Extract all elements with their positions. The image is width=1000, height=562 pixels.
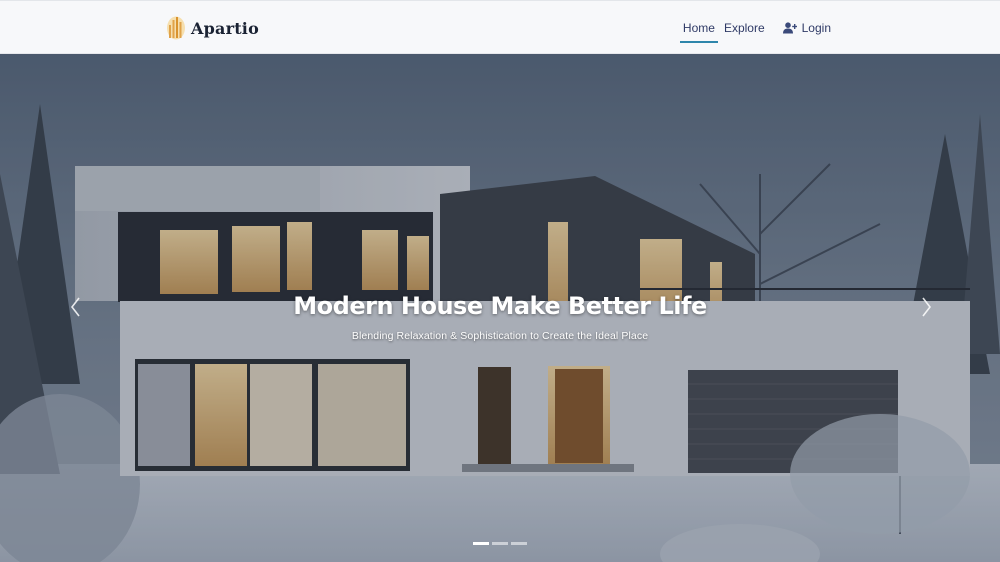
carousel-next-button[interactable]: [916, 292, 936, 322]
carousel-indicator-1[interactable]: [473, 542, 489, 545]
building-bars-icon: [167, 16, 185, 40]
brand[interactable]: Apartio: [166, 15, 259, 41]
nav-explore-link[interactable]: Explore: [721, 19, 768, 41]
nav-home-link[interactable]: Home: [679, 19, 718, 43]
carousel-indicator-2[interactable]: [492, 542, 508, 545]
brand-name: Apartio: [191, 18, 259, 38]
carousel-indicator-3[interactable]: [511, 542, 527, 545]
hero-carousel: Modern House Make Better Life Blending R…: [0, 54, 1000, 562]
hero-caption: Modern House Make Better Life Blending R…: [0, 292, 1000, 342]
login-label: Login: [801, 21, 831, 35]
user-plus-icon: [782, 22, 797, 34]
carousel-indicators: [473, 542, 530, 545]
navbar: Apartio Home Explore Login: [0, 0, 1000, 54]
chevron-left-icon: [70, 297, 80, 317]
main-nav: Home Explore Login: [677, 19, 834, 43]
hero-subtitle: Blending Relaxation & Sophistication to …: [351, 330, 649, 342]
carousel-prev-button[interactable]: [66, 292, 86, 322]
nav-login-link[interactable]: Login: [780, 19, 834, 41]
chevron-right-icon: [922, 297, 932, 317]
hero-title: Modern House Make Better Life: [293, 292, 707, 320]
